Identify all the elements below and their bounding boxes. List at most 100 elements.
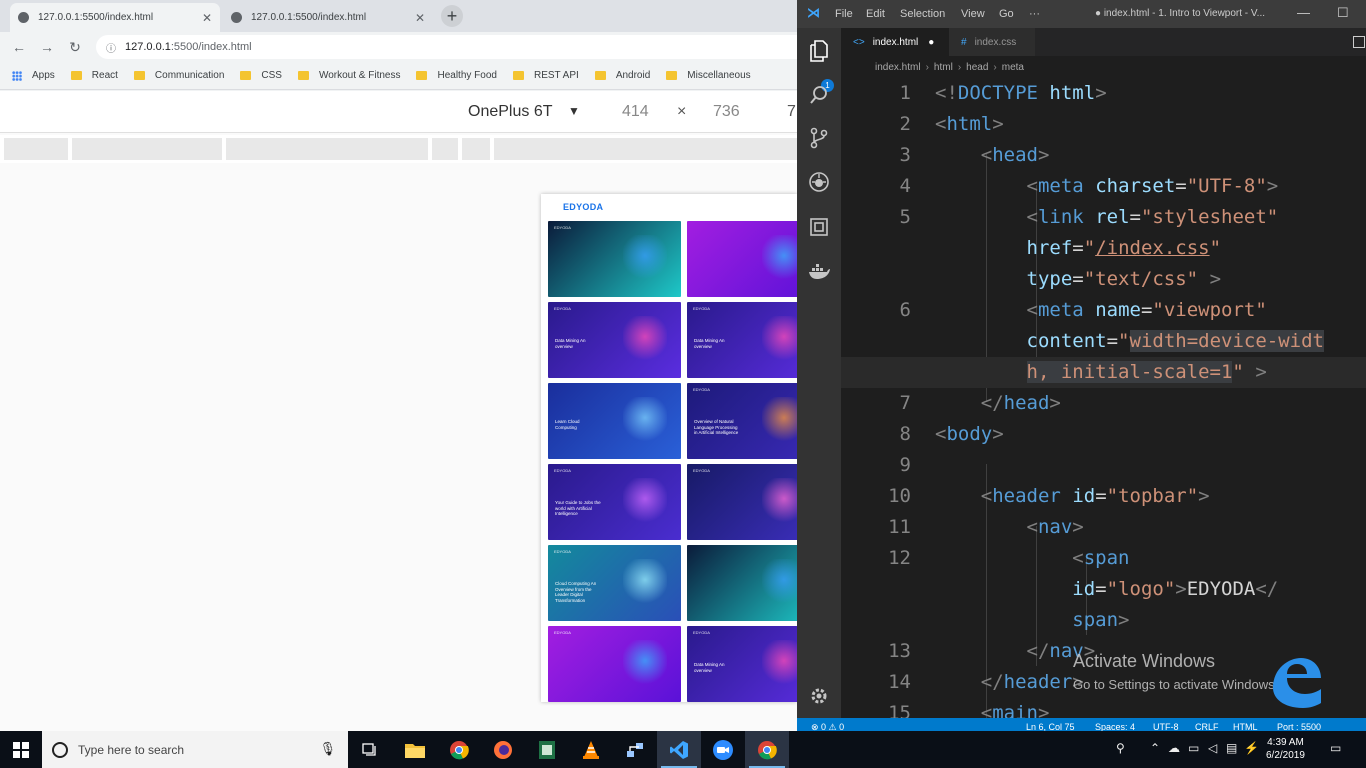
bookmark-folder-healthy-food[interactable]: Healthy Food [416,70,497,81]
language-icon[interactable]: ▤ [1226,741,1237,755]
chevron-up-icon[interactable]: ⌃ [1150,741,1160,755]
caret-down-icon[interactable]: ▼ [568,104,580,118]
course-card[interactable]: EDYODA [687,464,797,540]
vlc-icon[interactable] [569,731,613,768]
usb-icon[interactable]: ⚡ [1244,741,1259,755]
bookmark-label: Apps [32,70,55,81]
search-icon[interactable] [806,82,832,108]
course-card[interactable]: EDYODA Overview of Natural Language Proce… [687,383,797,459]
windows-start-button[interactable] [0,731,42,768]
bookmark-folder-miscellaneous[interactable]: Miscellaneous [666,70,751,81]
reload-icon[interactable]: ↻ [65,37,85,57]
unsaved-dot-icon[interactable]: ● [928,37,934,48]
course-card[interactable] [687,221,797,297]
network-app-icon[interactable] [613,731,657,768]
settings-gear-icon[interactable] [806,683,832,709]
spreadsheet-app-icon[interactable] [525,731,569,768]
media-query-segment[interactable] [4,138,68,160]
activity-bar: 1 [797,28,841,718]
media-query-segment[interactable] [494,138,797,160]
bookmark-apps[interactable]: Apps [12,70,55,81]
menu-edit[interactable]: Edit [866,8,885,20]
menu-selection[interactable]: Selection [900,8,945,20]
browser-tab-2[interactable]: 127.0.0.1:5500/index.html ✕ [223,3,433,32]
code-line: type="text/css" > [841,264,1366,295]
onedrive-icon[interactable]: ☁ [1168,741,1180,755]
debug-icon[interactable] [806,169,832,195]
code-text: span> [1072,609,1130,631]
breadcrumb-html[interactable]: html [934,62,953,73]
microphone-icon[interactable]: 🎙 [319,741,336,757]
media-query-segment[interactable] [462,138,490,160]
course-card[interactable]: EDYODA Your Guide to Jobs the world with … [548,464,681,540]
course-card[interactable]: Learn Cloud Computing [548,383,681,459]
taskbar-clock[interactable]: 4:39 AM 6/2/2019 [1266,736,1305,762]
minimize-icon[interactable]: — [1297,5,1310,20]
bookmark-folder-android[interactable]: Android [594,70,650,81]
course-card[interactable]: EDYODA Data Mining An overview [687,302,797,378]
course-card[interactable]: EDYODA Data Mining An overview [548,302,681,378]
media-query-segment[interactable] [432,138,458,160]
zoom-select[interactable]: 7 [787,103,796,121]
close-tab-icon[interactable]: ✕ [415,11,425,25]
notification-center-icon[interactable]: ▭ [1330,741,1341,755]
chrome-icon[interactable] [437,731,481,768]
zoom-app-icon[interactable] [701,731,745,768]
bookmark-folder-rest-api[interactable]: REST API [512,70,579,81]
dimension-separator: × [677,103,687,120]
browser-tab-1[interactable]: 127.0.0.1:5500/index.html ✕ [10,3,220,32]
device-height-input[interactable]: 736 [713,103,740,121]
explorer-icon[interactable] [806,38,832,64]
course-card[interactable]: EDYODA Cloud Computing An Overview from t… [548,545,681,621]
menu-go[interactable]: Go [999,8,1014,20]
line-number: 4 [899,175,911,197]
maximize-icon[interactable]: ☐ [1337,5,1349,21]
course-card[interactable] [687,545,797,621]
course-card[interactable]: EDYODA Data Mining An overview [687,626,797,702]
card-brand: EDYODA [554,225,571,230]
bookmark-folder-css[interactable]: CSS [240,70,282,81]
network-icon[interactable]: ▭ [1188,741,1199,755]
media-query-segment[interactable] [226,138,428,160]
menu-view[interactable]: View [961,8,985,20]
vscode-taskbar-icon[interactable] [657,731,701,768]
breadcrumb-separator: › [957,61,962,73]
menu-more[interactable]: ··· [1029,8,1040,20]
site-logo[interactable]: EDYODA [563,202,603,212]
firefox-icon[interactable] [481,731,525,768]
breadcrumb-file[interactable]: index.html [875,62,921,73]
file-explorer-icon[interactable] [393,731,437,768]
course-card[interactable]: EDYODA [548,626,681,702]
split-editor-icon[interactable] [1353,36,1365,48]
new-tab-button[interactable]: + [441,5,463,27]
chrome-taskbar-icon[interactable] [745,731,789,768]
bookmark-folder-communication[interactable]: Communication [133,70,224,81]
device-select[interactable]: OnePlus 6T [468,103,552,121]
device-width-input[interactable]: 414 [622,103,649,121]
volume-icon[interactable]: ◁ [1208,741,1217,755]
card-title: Overview of Natural Language Processing … [694,419,739,435]
source-control-icon[interactable] [806,125,832,151]
breadcrumb-head[interactable]: head [966,62,988,73]
course-card[interactable]: EDYODA [548,221,681,297]
tab-index-html[interactable]: <> index.html ● [841,28,949,56]
site-info-icon[interactable]: ⓘ [106,40,116,55]
card-brand: EDYODA [554,630,571,635]
tab-index-css[interactable]: # index.css [949,28,1035,56]
docker-icon[interactable] [806,259,832,285]
breadcrumb-meta[interactable]: meta [1002,62,1024,73]
bookmark-folder-workout[interactable]: Workout & Fitness [297,70,400,81]
media-query-segment[interactable] [72,138,222,160]
taskbar-search-box[interactable]: Type here to search 🎙 [42,731,348,768]
people-icon[interactable]: ⚲ [1116,741,1125,755]
bookmark-folder-react[interactable]: React [70,70,118,81]
extensions-icon[interactable] [806,214,832,240]
menu-file[interactable]: File [835,8,853,20]
forward-arrow-icon[interactable]: → [37,37,57,57]
task-view-icon[interactable] [348,731,392,768]
close-tab-icon[interactable]: ✕ [202,11,212,25]
code-line-current: h, initial-scale=1" > [841,357,1366,388]
back-arrow-icon[interactable]: ← [9,37,29,57]
address-bar[interactable]: ⓘ 127.0.0.1:5500/index.html [96,35,797,59]
code-editor[interactable]: 1 <!DOCTYPE html> 2 <html> 3 <head> 4 <met… [841,76,1366,718]
